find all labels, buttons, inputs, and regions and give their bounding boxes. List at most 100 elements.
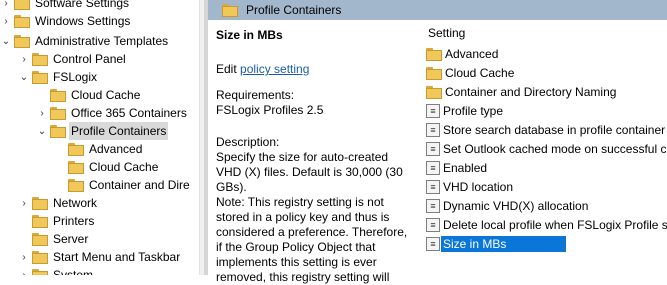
column-header-setting[interactable]: Setting (428, 26, 465, 40)
list-item-label: Container and Directory Naming (445, 85, 617, 99)
chevron-right-icon[interactable]: › (36, 104, 48, 122)
list-item-label: Cloud Cache (445, 66, 515, 80)
tree-item-label: Administrative Templates (35, 34, 169, 48)
list-item-delete-local-profile[interactable]: ≡ Delete local profile when FSLogix Prof… (426, 216, 667, 234)
tree-item-cloud-cache-sub[interactable]: Cloud Cache (54, 158, 160, 176)
list-item-size-in-mbs[interactable]: ≡ Size in MBs (426, 235, 667, 253)
tree-item-label: Start Menu and Taskbar (53, 250, 181, 264)
list-item-label: Profile type (443, 104, 504, 118)
policy-setting-icon: ≡ (426, 180, 440, 194)
folder-icon (68, 160, 84, 174)
folder-icon (50, 88, 66, 102)
folder-icon (32, 52, 48, 66)
tree-item-container-and-directory[interactable]: Container and Dire (54, 176, 192, 194)
folder-icon (32, 268, 48, 275)
list-item-container-naming[interactable]: Container and Directory Naming (426, 83, 667, 101)
folder-icon (68, 142, 84, 156)
folder-icon (68, 178, 84, 192)
list-item-label: Set Outlook cached mode on successful co (443, 142, 667, 156)
list-item-enabled[interactable]: ≡ Enabled (426, 159, 667, 177)
list-item-label: Dynamic VHD(X) allocation (443, 199, 589, 213)
chevron-down-icon[interactable]: ⌄ (18, 68, 30, 86)
tree-item-label: Cloud Cache (89, 160, 159, 174)
description-pane: Size in MBs Edit policy setting Requirem… (208, 20, 420, 284)
list-item-label: Advanced (445, 47, 499, 61)
description-title: Description: (216, 135, 280, 149)
chevron-right-icon[interactable]: › (18, 50, 30, 68)
tree-item-label: Profile Containers (69, 122, 169, 140)
tree-item-profile-containers[interactable]: ⌄ Profile Containers (36, 122, 169, 140)
folder-icon (222, 3, 238, 17)
tree-item-cloud-cache[interactable]: Cloud Cache (36, 86, 142, 104)
tree-item-printers[interactable]: Printers (18, 212, 96, 230)
folder-icon (14, 34, 30, 48)
folder-icon (32, 196, 48, 210)
chevron-down-icon[interactable]: ⌄ (0, 32, 12, 50)
tree-item-label: Printers (53, 214, 95, 228)
description-text: Specify the size for auto-created VHD (X… (216, 150, 403, 194)
settings-list: Setting Advanced Cloud Cache Container a… (420, 20, 667, 275)
folder-icon (426, 85, 442, 99)
edit-line: Edit policy setting (216, 62, 309, 76)
tree-item-label: Control Panel (53, 52, 126, 66)
tree-item-label: System (53, 268, 94, 275)
folder-icon (50, 106, 66, 120)
tree-item-label: Cloud Cache (71, 88, 141, 102)
policy-setting-icon: ≡ (426, 123, 440, 137)
policy-setting-link[interactable]: policy setting (240, 62, 309, 76)
list-item-vhd-location[interactable]: ≡ VHD location (426, 178, 667, 196)
folder-icon (32, 70, 48, 84)
tree-item-windows-settings[interactable]: › Windows Settings (0, 12, 132, 30)
chevron-right-icon[interactable]: › (18, 248, 30, 266)
list-item-advanced[interactable]: Advanced (426, 45, 667, 63)
tree-item-control-panel[interactable]: › Control Panel (18, 50, 128, 68)
tree-item-label: Windows Settings (35, 14, 131, 28)
policy-setting-icon: ≡ (426, 199, 440, 213)
policy-setting-icon: ≡ (426, 237, 440, 251)
folder-icon (32, 250, 48, 264)
header-title: Profile Containers (246, 3, 342, 17)
tree-item-label: Advanced (89, 142, 143, 156)
tree-item-system[interactable]: › System (18, 266, 95, 275)
edit-prefix: Edit (216, 62, 241, 76)
tree-item-server[interactable]: Server (18, 230, 90, 248)
policy-setting-icon: ≡ (426, 161, 440, 175)
folder-icon (50, 124, 66, 138)
content-header: Profile Containers (208, 0, 667, 20)
folder-icon (426, 66, 442, 80)
tree-item-software-settings[interactable]: › Software Settings (0, 0, 131, 12)
list-item-profile-type[interactable]: ≡ Profile type (426, 102, 667, 120)
requirements-value: FSLogix Profiles 2.5 (216, 103, 324, 117)
tree-item-network[interactable]: › Network (18, 194, 99, 212)
list-item-label: Size in MBs (441, 236, 567, 252)
list-item-label: Delete local profile when FSLogix Profil… (443, 218, 667, 232)
tree-item-label: Office 365 Containers (71, 106, 187, 120)
policy-setting-icon: ≡ (426, 104, 440, 118)
tree-item-administrative-templates[interactable]: ⌄ Administrative Templates (0, 32, 170, 50)
tree-item-office-365-containers[interactable]: › Office 365 Containers (36, 104, 189, 122)
tree-item-fslogix[interactable]: ⌄ FSLogix (18, 68, 99, 86)
chevron-right-icon[interactable]: › (0, 12, 12, 30)
tree-item-advanced[interactable]: Advanced (54, 140, 144, 158)
note-text: Note: This registry setting is not store… (216, 195, 408, 284)
folder-icon (14, 14, 30, 28)
chevron-right-icon[interactable]: › (18, 266, 30, 276)
chevron-down-icon[interactable]: ⌄ (36, 122, 48, 140)
list-item-label: VHD location (443, 180, 514, 194)
list-item-outlook-cached[interactable]: ≡ Set Outlook cached mode on successful … (426, 140, 667, 158)
list-item-store-search-db[interactable]: ≡ Store search database in profile conta… (426, 121, 667, 139)
setting-title: Size in MBs (216, 28, 283, 42)
tree-item-start-menu[interactable]: › Start Menu and Taskbar (18, 248, 182, 266)
tree-item-label: Network (53, 196, 98, 210)
list-item-cloud-cache[interactable]: Cloud Cache (426, 64, 667, 82)
chevron-right-icon[interactable]: › (0, 0, 12, 12)
list-item-dynamic-vhd[interactable]: ≡ Dynamic VHD(X) allocation (426, 197, 667, 215)
folder-icon (32, 214, 48, 228)
chevron-right-icon[interactable]: › (18, 194, 30, 212)
